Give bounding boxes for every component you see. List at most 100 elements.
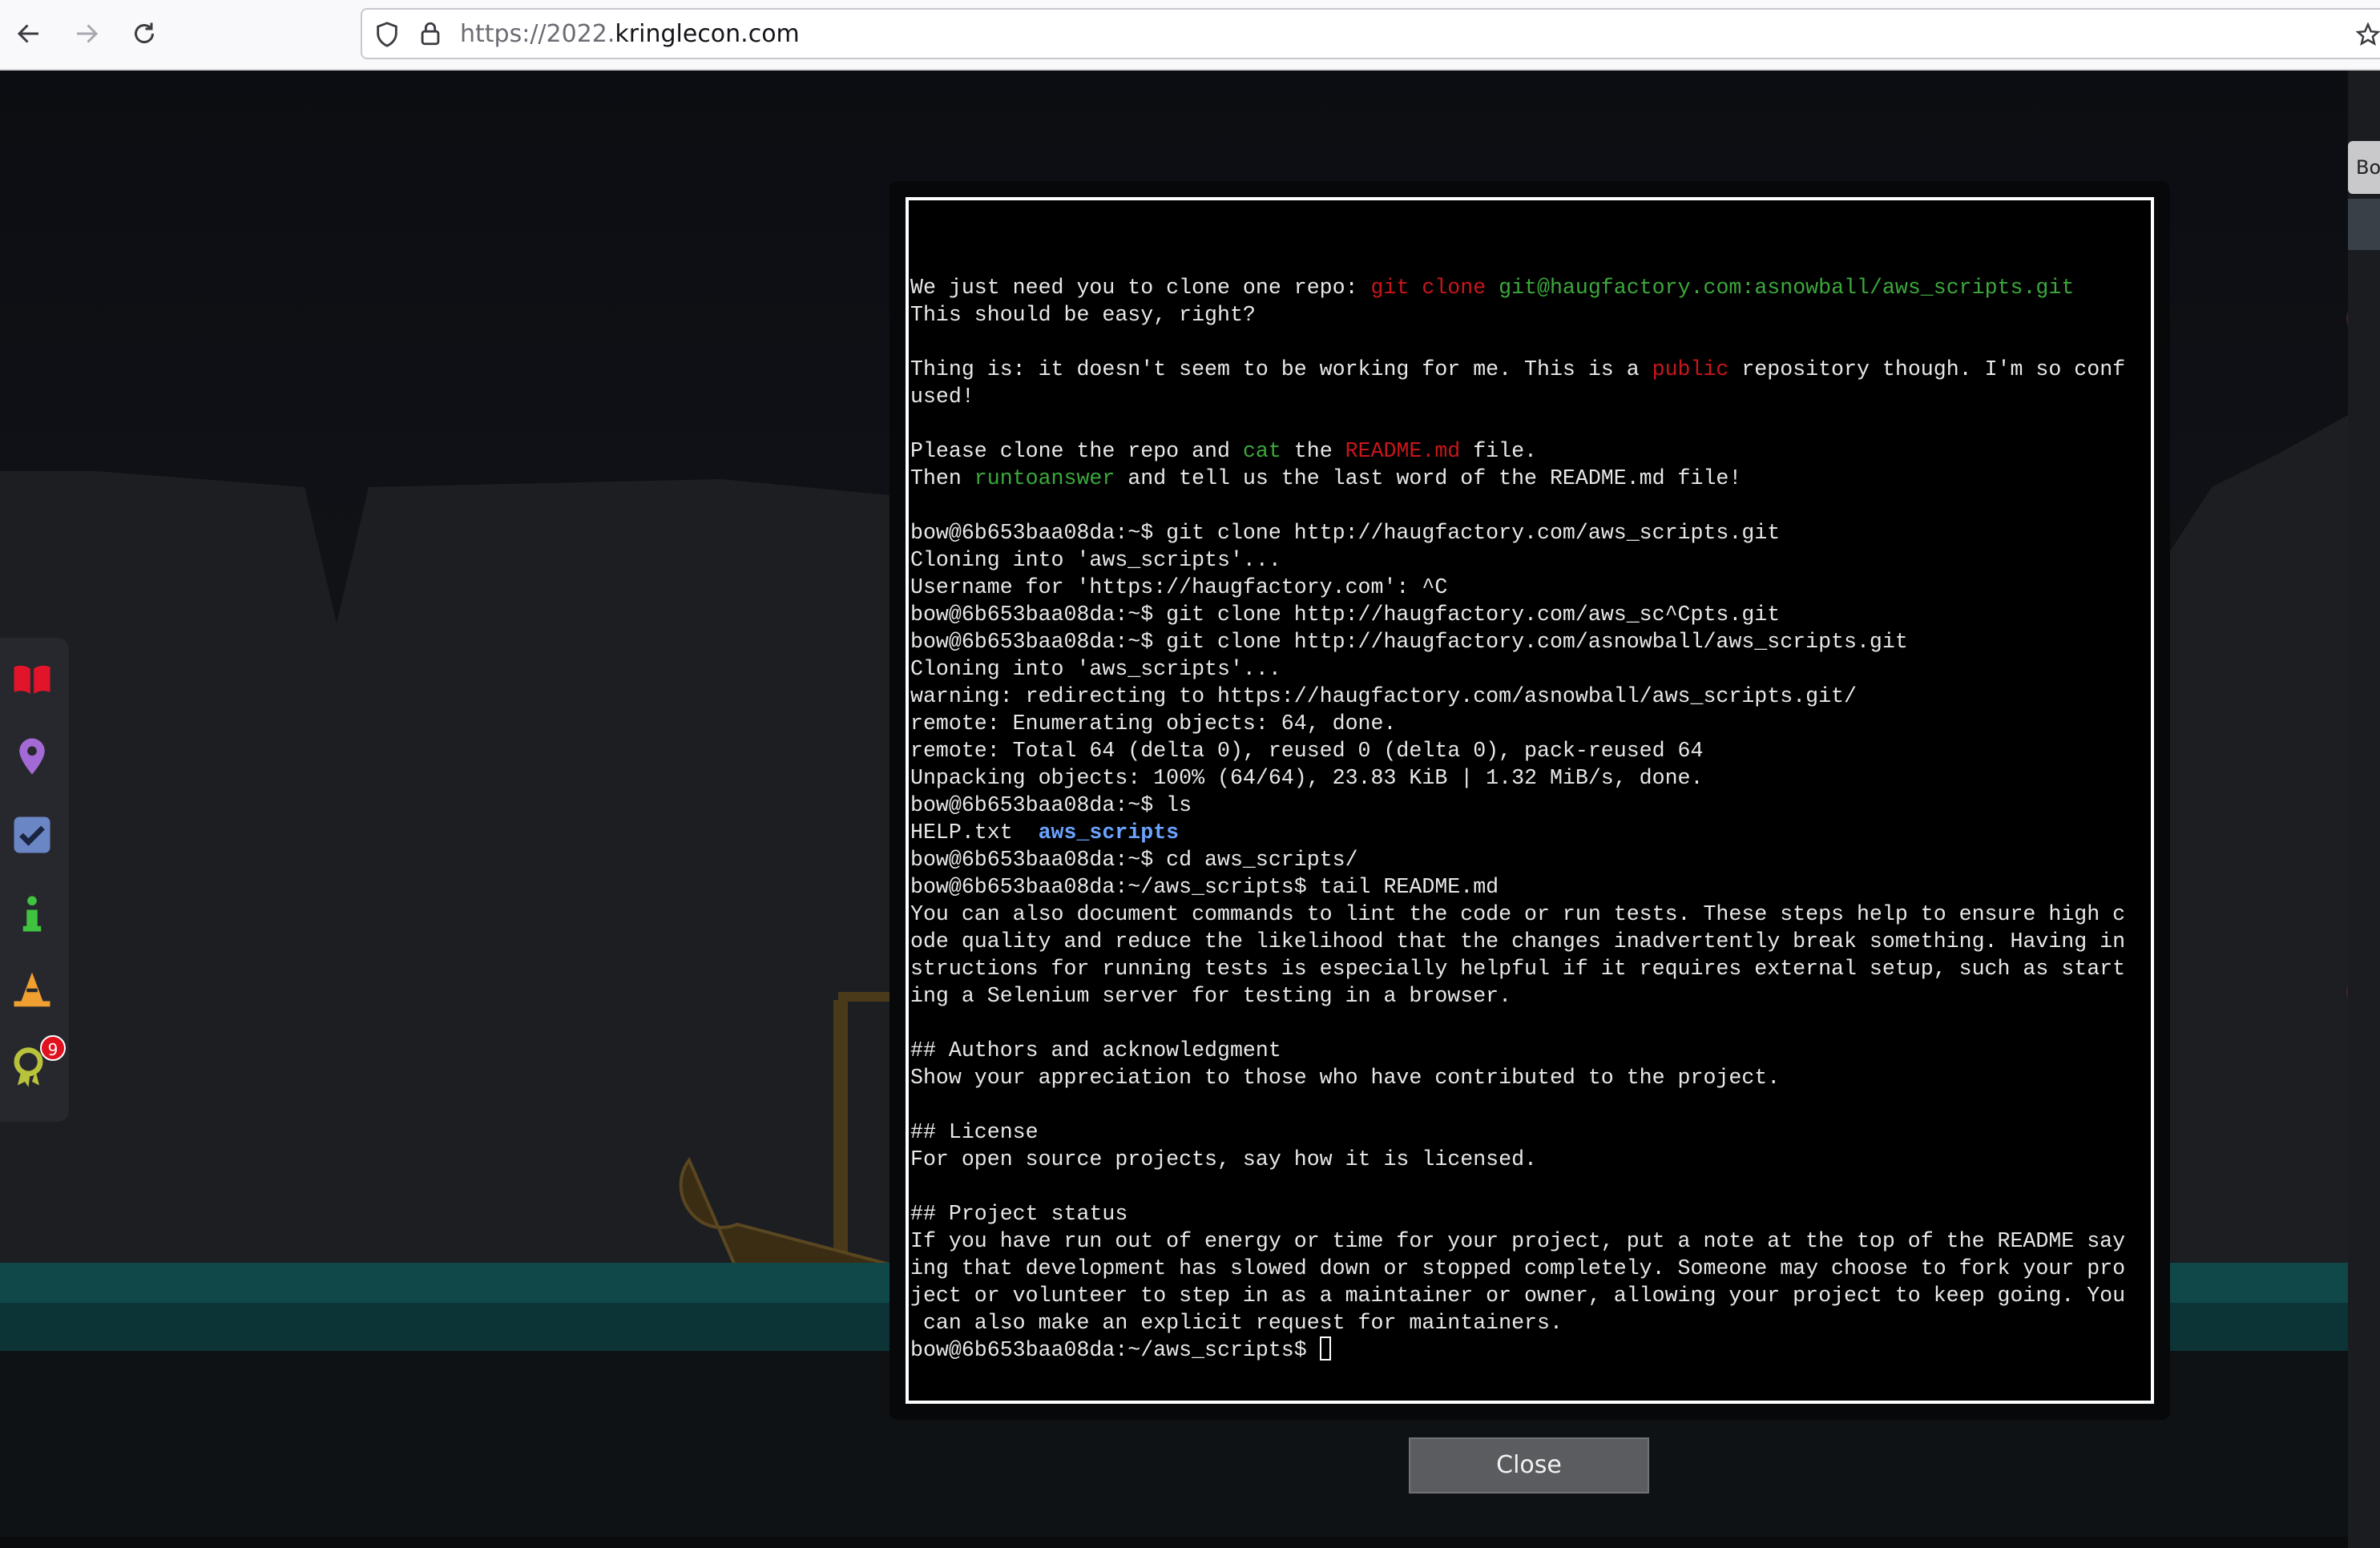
terminal-line: remote: Total 64 (delta 0), reused 0 (de… [910,737,2125,764]
book-icon[interactable] [6,654,58,705]
info-icon[interactable] [6,888,58,939]
close-button[interactable]: Close [1409,1437,1649,1494]
bottom-bar [0,1537,2348,1548]
terminal-line: ode quality and reduce the likelihood th… [910,928,2125,955]
terminal-line: bow@6b653baa08da:~$ git clone http://hau… [910,601,2125,628]
terminal-line: Cloning into 'aws_scripts'... [910,655,2125,683]
terminal-prompt: bow@6b653baa08da:~/aws_scripts$ [910,1338,1320,1362]
terminal-text-segment: This should be easy, right? [910,303,1256,327]
terminal-output: We just need you to clone one repo: git … [910,274,2125,1364]
terminal-text-segment: Cloning into 'aws_scripts'... [910,548,1281,572]
terminal-line: Unpacking objects: 100% (64/64), 23.83 K… [910,764,2125,792]
terminal-text-segment: remote: Total 64 (delta 0), reused 0 (de… [910,739,1704,763]
terminal-text-segment: public [1652,357,1729,381]
terminal-text-segment: ing that development has slowed down or … [910,1256,2126,1280]
terminal-text-segment: cat [1242,439,1281,463]
lock-icon[interactable] [417,19,444,48]
terminal-text-segment: If you have run out of energy or time fo… [910,1229,2126,1253]
terminal-line: bow@6b653baa08da:~$ git clone http://hau… [910,628,2125,655]
terminal-text-segment: ## Project status [910,1202,1128,1226]
terminal-text-segment: Unpacking objects: 100% (64/64), 23.83 K… [910,766,1704,790]
terminal-text-segment: git@haugfactory.com:asnowball/aws_script… [1499,276,2075,300]
terminal-text-segment: For open source projects, say how it is … [910,1147,1537,1171]
terminal-line: ing that development has slowed down or … [910,1255,2125,1282]
terminal-text-segment: warning: redirecting to https://haugfact… [910,684,1857,708]
scrollbar-strip[interactable] [2348,71,2380,1548]
terminal-text-segment: repository though. I'm so conf [1729,357,2126,381]
star-icon[interactable] [2356,22,2380,46]
terminal-line: ing a Selenium server for testing in a b… [910,982,2125,1010]
terminal-line: bow@6b653baa08da:~$ ls [910,792,2125,819]
terminal-line: HELP.txt aws_scripts [910,819,2125,846]
terminal-text-segment: We just need you to clone one repo: [910,276,1371,300]
reload-icon[interactable] [122,11,167,56]
terminal-line: Thing is: it doesn't seem to be working … [910,356,2125,383]
terminal-text-segment: bow@6b653baa08da:~$ cd aws_scripts/ [910,848,1358,872]
right-edge-tab[interactable]: Bo [2348,141,2380,194]
terminal-line: You can also document commands to lint t… [910,901,2125,928]
terminal-line: If you have run out of energy or time fo… [910,1228,2125,1255]
terminal-modal: We just need you to clone one repo: git … [889,181,2170,1420]
terminal-text-segment: aws_scripts [1038,820,1180,845]
terminal-line: ## Authors and acknowledgment [910,1037,2125,1064]
terminal-line: bow@6b653baa08da:~/aws_scripts$ tail REA… [910,873,2125,901]
terminal-line: Show your appreciation to those who have… [910,1064,2125,1091]
terminal-text-segment: ode quality and reduce the likelihood th… [910,929,2126,953]
terminal-text-segment: Username for 'https://haugfactory.com': … [910,575,1448,599]
terminal-text-segment: ## License [910,1120,1039,1144]
terminal-line: Then runtoanswer and tell us the last wo… [910,465,2125,492]
terminal-text-segment: bow@6b653baa08da:~$ ls [910,793,1192,817]
terminal-line: structions for running tests is especial… [910,955,2125,982]
terminal-line: warning: redirecting to https://haugfact… [910,683,2125,710]
terminal-text-segment: Cloning into 'aws_scripts'... [910,657,1281,681]
terminal-text-segment: can also make an explicit request for ma… [910,1311,1563,1335]
achievement-badge: 9 [40,1035,66,1061]
terminal-text-segment: You can also document commands to lint t… [910,902,2126,926]
terminal-text-segment: runtoanswer [974,466,1115,490]
terminal-line: ## Project status [910,1200,2125,1228]
terminal-text-segment: README.md [1345,439,1461,463]
checkbox-icon[interactable] [6,809,58,861]
address-bar[interactable]: https://2022.kringlecon.com [361,8,2380,59]
terminal-text-segment: structions for running tests is especial… [910,957,2126,981]
terminal-text-segment: bow@6b653baa08da:~$ git clone http://hau… [910,521,1781,545]
terminal-window[interactable]: We just need you to clone one repo: git … [906,197,2154,1404]
terminal-text-segment: ## Authors and acknowledgment [910,1038,1281,1062]
terminal-line: ## License [910,1119,2125,1146]
terminal-text-segment: the [1281,439,1345,463]
terminal-text-segment: Please clone the repo and [910,439,1243,463]
right-edge-panel[interactable] [2348,199,2380,250]
terminal-text-segment: file. [1460,439,1538,463]
terminal-line: remote: Enumerating objects: 64, done. [910,710,2125,737]
terminal-line: used! [910,383,2125,410]
hat-icon[interactable] [6,965,58,1016]
browser-toolbar: https://2022.kringlecon.com [0,0,2380,71]
terminal-line: We just need you to clone one repo: git … [910,274,2125,301]
terminal-line: Username for 'https://haugfactory.com': … [910,574,2125,601]
terminal-text-segment: remote: Enumerating objects: 64, done. [910,712,1397,736]
forward-arrow-icon[interactable] [64,11,109,56]
terminal-line: This should be easy, right? [910,301,2125,329]
url-text[interactable]: https://2022.kringlecon.com [460,19,800,50]
terminal-text-segment: Thing is: it doesn't seem to be working … [910,357,1652,381]
url-prefix: https://2022. [460,20,615,48]
shield-icon[interactable] [373,21,401,48]
terminal-line: For open source projects, say how it is … [910,1146,2125,1173]
terminal-text-segment: bow@6b653baa08da:~/aws_scripts$ tail REA… [910,875,1499,899]
achievement-icon[interactable]: 9 [6,1035,66,1093]
side-menu: 9 [0,638,69,1122]
terminal-prompt-line[interactable]: bow@6b653baa08da:~/aws_scripts$ [910,1336,2125,1364]
terminal-line: bow@6b653baa08da:~$ git clone http://hau… [910,519,2125,546]
back-arrow-icon[interactable] [6,11,51,56]
terminal-text-segment: bow@6b653baa08da:~$ git clone http://hau… [910,630,1908,654]
url-domain: kringlecon.com [615,20,800,48]
map-pin-icon[interactable] [6,731,58,782]
terminal-line: can also make an explicit request for ma… [910,1309,2125,1336]
terminal-text-segment: ing a Selenium server for testing in a b… [910,984,1512,1008]
terminal-line: bow@6b653baa08da:~$ cd aws_scripts/ [910,846,2125,873]
terminal-cursor [1319,1336,1331,1361]
